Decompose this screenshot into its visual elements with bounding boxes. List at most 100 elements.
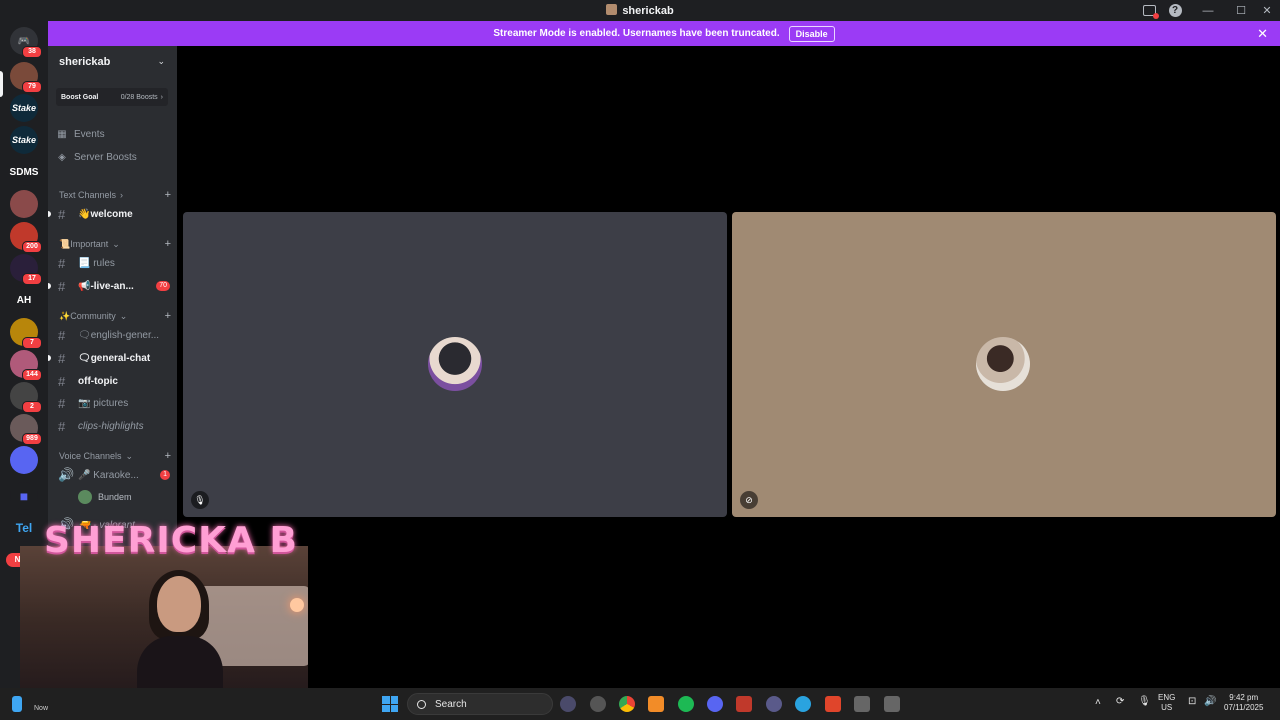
volume-icon[interactable]: 🔊 xyxy=(1204,697,1216,707)
app-icon[interactable] xyxy=(766,696,782,712)
folder-icon[interactable]: ■ xyxy=(10,482,38,510)
selected-server-pill xyxy=(0,71,3,97)
channel-label: 📃 rules xyxy=(78,257,115,269)
channel-label: clips-highlights xyxy=(78,420,144,432)
voice-channel-karaoke[interactable]: 🔊 🎤 Karaoke... 1 xyxy=(56,466,170,484)
server-ah[interactable]: AH xyxy=(10,286,38,314)
channel-pictures[interactable]: # 📷 pictures xyxy=(56,394,170,412)
server-name[interactable]: sherickab xyxy=(59,56,110,68)
channel-rules[interactable]: # 📃 rules xyxy=(56,254,170,272)
widgets-icon[interactable] xyxy=(12,696,22,712)
minimize-button[interactable]: — xyxy=(1188,0,1228,21)
app-icon[interactable] xyxy=(884,696,900,712)
channel-english-general[interactable]: # 🗨english-gener... xyxy=(56,326,170,344)
obs-icon[interactable] xyxy=(590,696,606,712)
server-avatar[interactable]: 17 xyxy=(10,254,42,285)
server-avatar[interactable]: 2 xyxy=(10,382,42,413)
minimize-icon: — xyxy=(1202,4,1214,17)
wifi-icon[interactable]: ⊡ xyxy=(1188,697,1196,707)
category-label: Text Channels xyxy=(59,190,117,200)
date-label: 07/11/2025 xyxy=(1224,703,1264,712)
window-title: sherickab xyxy=(0,4,1280,17)
add-channel-icon[interactable]: + xyxy=(165,189,171,201)
server-stake-1[interactable]: Stake xyxy=(10,94,38,122)
time-label: 9:42 pm xyxy=(1229,693,1259,702)
category-text-channels[interactable]: Text Channels › + xyxy=(59,188,171,202)
mention-badge: 989 xyxy=(22,433,42,445)
app-icon[interactable] xyxy=(854,696,870,712)
disable-button[interactable]: Disable xyxy=(788,25,835,42)
spotify-icon[interactable] xyxy=(678,696,694,712)
mention-badge: 70 xyxy=(156,281,170,291)
video-tile-participant-2[interactable]: ⊘ xyxy=(732,212,1276,517)
clock[interactable]: 9:42 pm 07/11/2025 xyxy=(1224,693,1263,713)
server-boosts-item[interactable]: ◈ Server Boosts xyxy=(56,148,170,166)
category-voice-channels[interactable]: Voice Channels ⌄ + xyxy=(59,449,171,463)
banner-close-icon[interactable]: ✕ xyxy=(1257,26,1268,42)
app-icon[interactable] xyxy=(825,696,841,712)
server-sdms[interactable]: SDMS xyxy=(10,158,38,186)
unread-indicator xyxy=(48,211,51,217)
unread-indicator xyxy=(48,355,51,361)
video-tile-participant-1[interactable]: 🎙 xyxy=(183,212,727,517)
microphone-icon[interactable]: 🎙 xyxy=(1138,697,1151,707)
server-avatar[interactable]: 144 xyxy=(10,350,42,381)
start-button[interactable] xyxy=(382,696,398,712)
avatar xyxy=(78,490,92,504)
boost-goal[interactable]: Boost Goal 0/28 Boosts › xyxy=(56,88,168,106)
mention-badge: 200 xyxy=(22,241,42,253)
maximize-button[interactable]: ☐ xyxy=(1228,0,1254,21)
chevron-down-icon[interactable]: ⌄ xyxy=(157,56,165,67)
server-sdms-label: SDMS xyxy=(9,166,39,178)
chevron-right-icon: › xyxy=(160,93,163,101)
chevron-up-icon[interactable]: ˄ xyxy=(1095,698,1101,708)
help-button[interactable]: ? xyxy=(1162,0,1188,21)
server-stake-2[interactable]: Stake xyxy=(10,126,38,154)
server-avatar[interactable]: 200 xyxy=(10,222,42,253)
events-item[interactable]: ▦ Events xyxy=(56,125,170,143)
mention-badge: 38 xyxy=(22,46,42,58)
language-indicator[interactable]: ENG US xyxy=(1158,693,1175,713)
category-label: 📜Important xyxy=(59,238,109,249)
category-label: Voice Channels xyxy=(59,451,122,461)
banner-message: Streamer Mode is enabled. Usernames have… xyxy=(493,28,780,39)
taskbar-search[interactable]: Search xyxy=(407,693,553,715)
chevron-right-icon: › xyxy=(120,190,124,200)
server-avatar[interactable] xyxy=(10,446,38,474)
inbox-button[interactable] xyxy=(1136,0,1162,21)
direct-messages-button[interactable]: 🎮 38 xyxy=(10,27,42,58)
voice-user[interactable]: Bundem xyxy=(78,489,168,505)
network-icon[interactable]: ⟳ xyxy=(1116,697,1124,707)
channel-clips-highlights[interactable]: # clips-highlights xyxy=(56,417,170,435)
camera-off-icon: ⊘ xyxy=(740,491,758,509)
channel-label: 👋welcome xyxy=(78,208,133,220)
lamp-light xyxy=(290,598,304,612)
server-avatar[interactable]: Tel xyxy=(10,514,38,542)
server-sherickab[interactable]: 79 xyxy=(10,62,42,93)
discord-icon[interactable] xyxy=(707,696,723,712)
server-avatar[interactable]: 989 xyxy=(10,414,42,445)
add-channel-icon[interactable]: + xyxy=(165,238,171,250)
app-icon[interactable] xyxy=(736,696,752,712)
add-channel-icon[interactable]: + xyxy=(165,450,171,462)
chevron-down-icon: ⌄ xyxy=(119,310,128,321)
avatar xyxy=(976,337,1030,391)
hash-icon: # xyxy=(58,255,66,271)
server-avatar[interactable] xyxy=(10,190,38,218)
telegram-icon[interactable] xyxy=(795,696,811,712)
app-icon[interactable] xyxy=(560,696,576,712)
close-window-button[interactable]: ✕ xyxy=(1254,0,1280,21)
server-ah-label: AH xyxy=(16,294,32,306)
hash-icon: # xyxy=(58,395,66,411)
channel-welcome[interactable]: # 👋welcome xyxy=(56,205,170,223)
chrome-icon[interactable] xyxy=(619,696,635,712)
add-channel-icon[interactable]: + xyxy=(165,310,171,322)
channel-off-topic[interactable]: # off-topic xyxy=(56,372,170,390)
channel-general-chat[interactable]: # 🗨general-chat xyxy=(56,349,170,367)
channel-live-announcements[interactable]: # 📢-live-an... 70 xyxy=(56,277,170,295)
app-icon[interactable] xyxy=(648,696,664,712)
mention-badge: 1 xyxy=(160,470,170,480)
category-important[interactable]: 📜Important ⌄ + xyxy=(59,237,171,251)
server-avatar[interactable]: 7 xyxy=(10,318,42,349)
category-community[interactable]: ✨Community ⌄ + xyxy=(59,309,171,323)
